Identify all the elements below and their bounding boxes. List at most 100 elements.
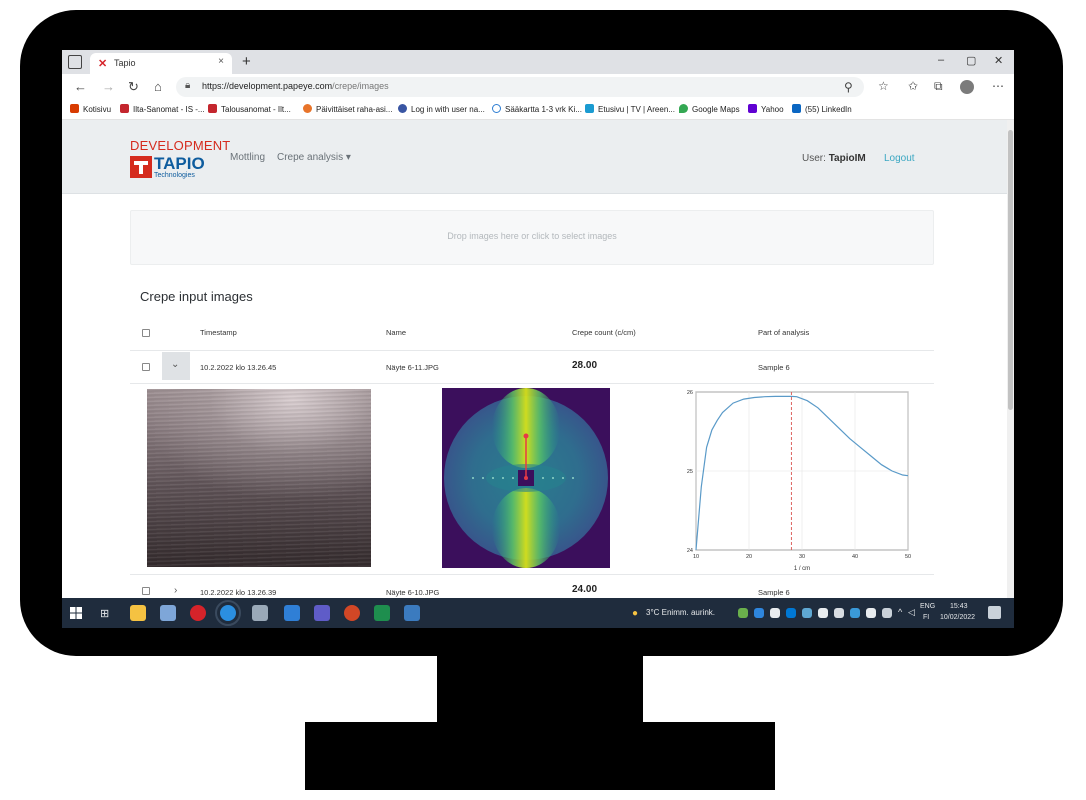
image-dropzone[interactable]: Drop images here or click to select imag… [130, 210, 934, 265]
column-header-timestamp[interactable]: Timestamp [200, 328, 237, 337]
bookmark-label: Ilta-Sanomat - IS -... [133, 105, 205, 114]
notification-center-icon[interactable] [988, 606, 1001, 619]
bookmark-item[interactable]: Ilta-Sanomat - IS -... [120, 104, 205, 114]
volume-icon[interactable]: ◁ [908, 607, 915, 618]
tray-app-icon[interactable] [834, 608, 844, 618]
app-header: DEVELOPMENT TAPIO Technologies Mottling … [62, 120, 1007, 194]
bookmark-label: Yahoo [761, 105, 784, 114]
brand-name: TAPIO [154, 154, 205, 173]
url-path: /crepe/images [332, 81, 389, 91]
tab-close-icon[interactable]: × [218, 56, 224, 67]
row-checkbox[interactable] [142, 587, 150, 595]
user-label: User: TapioIM [802, 153, 866, 164]
address-bar: ← → ↻ ⌂ 🔒︎ https://development.papeye.co… [62, 74, 1014, 100]
calculator-icon[interactable] [252, 605, 268, 621]
file-explorer-icon[interactable] [130, 605, 146, 621]
notepad-icon[interactable] [160, 605, 176, 621]
zoom-icon[interactable]: ⚲ [844, 80, 853, 94]
network-icon[interactable] [882, 608, 892, 618]
user-prefix: User: [802, 153, 826, 164]
scroll-thumb[interactable] [1008, 130, 1013, 410]
user-name: TapioIM [828, 153, 866, 164]
tray-app-icon[interactable] [754, 608, 764, 618]
page-scrollbar[interactable] [1007, 120, 1014, 600]
y-tick-label: 26 [687, 390, 693, 396]
refresh-icon[interactable]: ↻ [128, 79, 139, 95]
tab-actions-icon[interactable] [68, 55, 82, 69]
close-window-button[interactable]: ✕ [994, 54, 1003, 67]
new-tab-button[interactable]: + [242, 53, 251, 70]
show-hidden-icons[interactable]: ^ [898, 607, 902, 617]
tab-title: Tapio [114, 58, 136, 68]
more-menu-icon[interactable]: ⋯ [992, 79, 1004, 93]
bookmark-item[interactable]: Google Maps [679, 104, 740, 114]
bookmark-item[interactable]: Kotisivu [70, 104, 111, 114]
minimize-button[interactable]: – [938, 54, 944, 66]
bookmark-label: Etusivu | TV | Areen... [598, 105, 675, 114]
tapio-app-icon[interactable] [190, 605, 206, 621]
y-tick-label: 25 [687, 469, 693, 475]
collections-icon[interactable]: ⧉ [934, 79, 943, 94]
forward-icon[interactable]: → [102, 79, 115, 94]
outlook-icon[interactable] [284, 605, 300, 621]
x-tick-label: 10 [693, 554, 699, 560]
collapse-row-button[interactable]: ⌄ [162, 352, 190, 380]
bookmark-item[interactable]: (55) LinkedIn [792, 104, 852, 114]
tray-app-icon[interactable] [802, 608, 812, 618]
select-all-checkbox[interactable] [142, 329, 150, 337]
bookmark-label: Talousanomat - Ilt... [221, 105, 291, 114]
yahoo-icon [748, 104, 757, 113]
language-top[interactable]: ENG [920, 603, 935, 610]
nav-crepe-analysis-dropdown[interactable]: Crepe analysis ▾ [277, 152, 351, 163]
x-tick-label: 40 [852, 554, 858, 560]
bookmark-favicon-icon [398, 104, 407, 113]
tapio-logo[interactable]: TAPIO Technologies [130, 154, 222, 182]
row-checkbox[interactable] [142, 363, 150, 371]
home-icon[interactable]: ⌂ [154, 79, 162, 94]
favorite-star-icon[interactable]: ☆ [878, 79, 889, 93]
excel-icon[interactable] [374, 605, 390, 621]
tray-app-icon[interactable] [818, 608, 828, 618]
column-header-name[interactable]: Name [386, 328, 406, 337]
teams-icon[interactable] [314, 605, 330, 621]
favorites-icon[interactable]: ✩ [908, 79, 918, 93]
nav-mottling[interactable]: Mottling [230, 152, 265, 163]
photos-icon[interactable] [404, 605, 420, 621]
x-tick-label: 50 [905, 554, 911, 560]
bookmark-item[interactable]: Log in with user na... [398, 104, 485, 114]
crepe-sample-photo [147, 389, 371, 567]
powerpoint-icon[interactable] [344, 605, 360, 621]
language-bottom[interactable]: FI [923, 614, 929, 621]
bookmark-item[interactable]: Sääkartta 1-3 vrk Ki... [492, 104, 582, 114]
screen: ✕ Tapio × + – ▢ ✕ ← → ↻ ⌂ 🔒︎ https://dev… [62, 50, 1014, 628]
edge-browser-icon[interactable] [215, 600, 241, 626]
url-input[interactable]: 🔒︎ https://development.papeye.com/crepe/… [176, 77, 864, 97]
table-divider [130, 574, 934, 575]
clock-date[interactable]: 10/02/2022 [940, 614, 975, 621]
row-name: Näyte 6-11.JPG [386, 363, 439, 372]
bookmark-item[interactable]: Yahoo [748, 104, 784, 114]
tray-app-icon[interactable] [850, 608, 860, 618]
tray-app-icon[interactable] [866, 608, 876, 618]
bookmark-label: Google Maps [692, 105, 740, 114]
task-view-icon[interactable]: ⊞ [100, 607, 109, 620]
bookmark-item[interactable]: Talousanomat - Ilt... [208, 104, 291, 114]
weather-text[interactable]: 3°C Enimm. aurink. [646, 608, 715, 617]
tray-app-icon[interactable] [770, 608, 780, 618]
windows-start-icon[interactable] [70, 607, 82, 619]
logout-link[interactable]: Logout [884, 153, 915, 164]
clock-time[interactable]: 15:43 [950, 603, 968, 610]
tray-app-icon[interactable] [738, 608, 748, 618]
bookmark-item[interactable]: Päivittäiset raha-asi... [303, 104, 392, 114]
profile-avatar[interactable] [960, 80, 974, 94]
tab-tapio[interactable]: ✕ Tapio × [90, 53, 232, 74]
maximize-button[interactable]: ▢ [966, 54, 976, 67]
chevron-right-icon[interactable]: › [174, 585, 177, 596]
bookmark-item[interactable]: Etusivu | TV | Areen... [585, 104, 675, 114]
column-header-part-of-analysis[interactable]: Part of analysis [758, 328, 809, 337]
column-header-crepe-count[interactable]: Crepe count (c/cm) [572, 328, 636, 337]
row-analysis: Sample 6 [758, 588, 790, 597]
back-icon[interactable]: ← [74, 79, 87, 94]
bluetooth-icon[interactable] [786, 608, 796, 618]
bookmark-favicon-icon [70, 104, 79, 113]
